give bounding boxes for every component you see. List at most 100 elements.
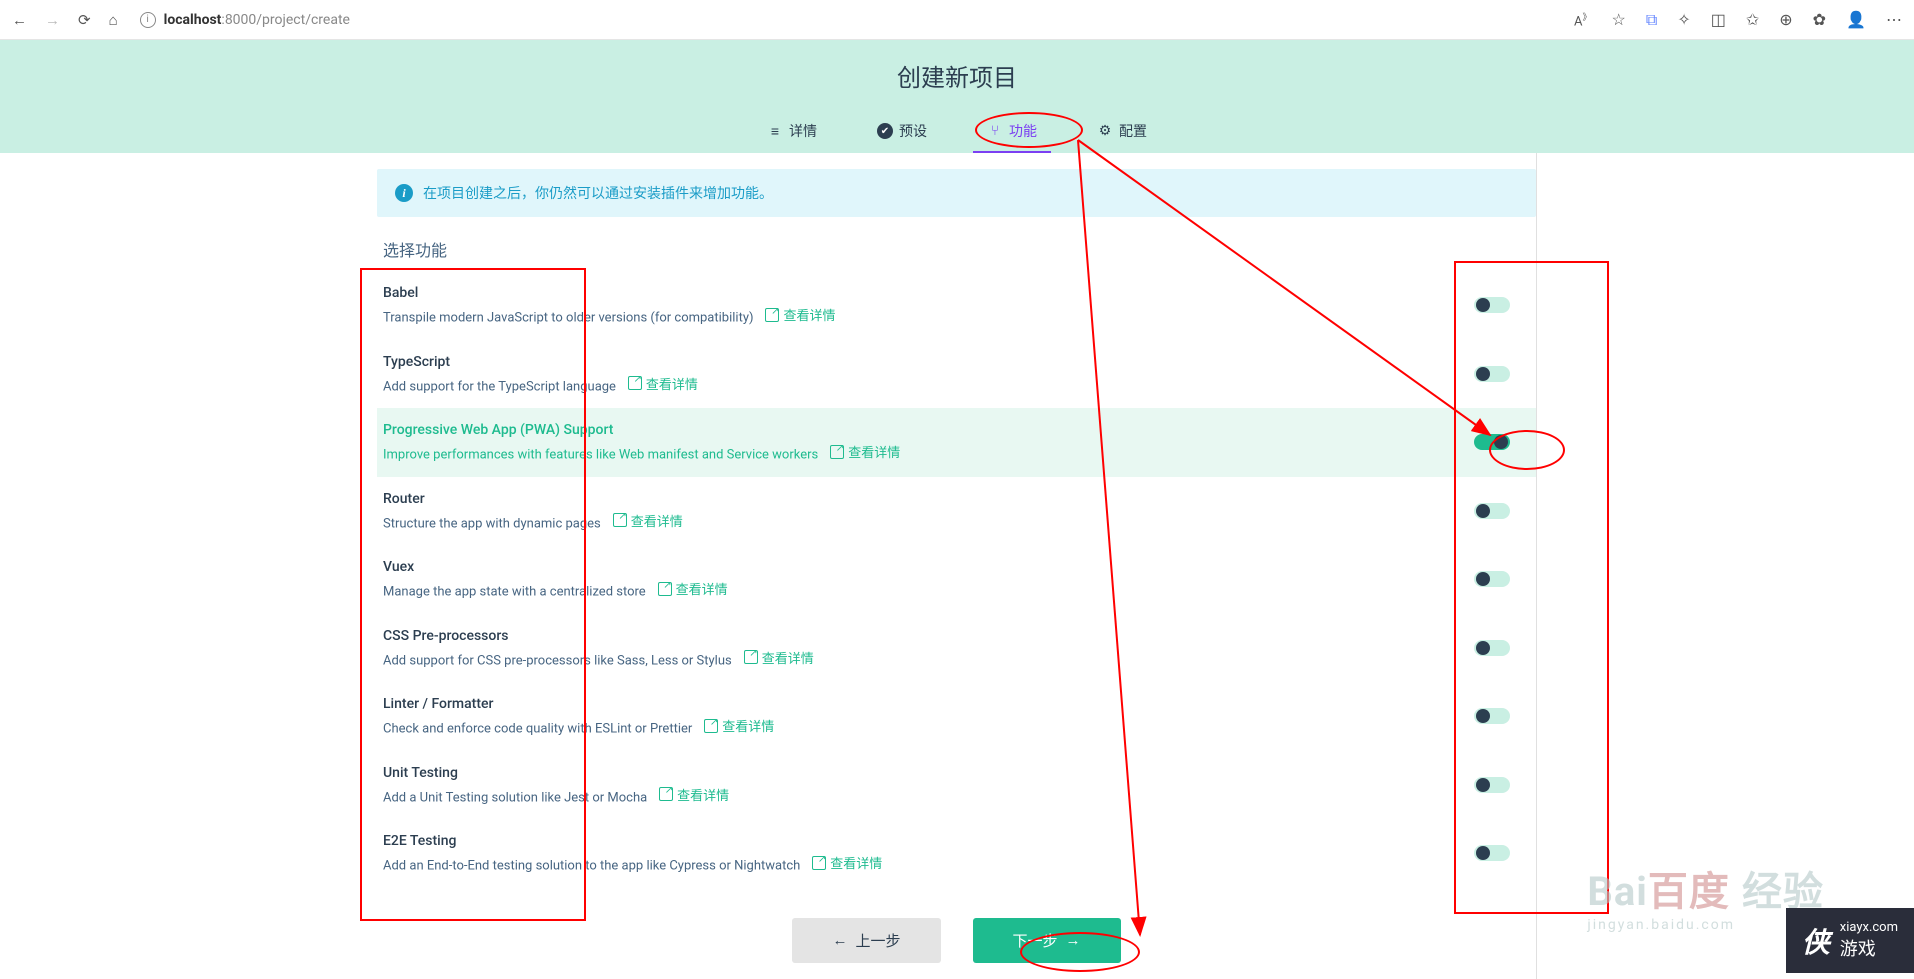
detail-link-label: 查看详情 [848, 442, 900, 461]
section-title: 选择功能 [383, 237, 1536, 261]
features-list: Babel Transpile modern JavaScript to old… [377, 271, 1536, 888]
detail-link[interactable]: 查看详情 [613, 511, 683, 530]
site-info-icon[interactable]: i [140, 12, 156, 28]
tab-check[interactable]: ✔ 预设 [863, 111, 941, 151]
detail-link[interactable]: 查看详情 [765, 305, 835, 324]
next-button[interactable]: 下一步 → [973, 918, 1121, 963]
favorite-icon[interactable]: ☆ [1612, 10, 1626, 29]
more-icon[interactable]: ⋯ [1886, 10, 1902, 29]
refresh-icon[interactable]: ⟳ [78, 11, 91, 29]
external-link-icon [659, 787, 673, 801]
external-link-icon [744, 650, 758, 664]
tab-label: 预设 [899, 121, 927, 141]
detail-link-label: 查看详情 [722, 716, 774, 735]
feature-info: Vuex Manage the app state with a central… [383, 559, 1474, 600]
reader-icon[interactable]: ⧉ [1646, 10, 1657, 30]
profile-icon[interactable]: 👤 [1846, 10, 1866, 29]
feature-title: E2E Testing [383, 833, 1474, 849]
home-icon[interactable]: ⌂ [109, 11, 118, 29]
sidebar-icon[interactable]: ◫ [1711, 10, 1726, 29]
feature-row[interactable]: Babel Transpile modern JavaScript to old… [377, 271, 1536, 340]
external-link-icon [658, 582, 672, 596]
url-text: localhost:8000/project/create [164, 12, 350, 28]
detail-link-label: 查看详情 [783, 305, 835, 324]
check-icon: ✔ [877, 123, 893, 139]
feature-desc: Structure the app with dynamic pages [383, 516, 601, 531]
feature-desc: Add an End-to-End testing solution to th… [383, 859, 800, 874]
feature-row[interactable]: Router Structure the app with dynamic pa… [377, 477, 1536, 546]
toggle-knob [1476, 846, 1490, 860]
forward-icon[interactable]: → [45, 11, 60, 29]
external-link-icon [704, 719, 718, 733]
feature-toggle[interactable] [1474, 777, 1510, 793]
feature-title: Progressive Web App (PWA) Support [383, 422, 1474, 438]
gear-icon: ⚙ [1097, 123, 1113, 139]
feature-toggle[interactable] [1474, 297, 1510, 313]
feature-title: CSS Pre-processors [383, 628, 1474, 644]
detail-link-label: 查看详情 [830, 853, 882, 872]
detail-link-label: 查看详情 [676, 579, 728, 598]
branch-icon: ⑂ [987, 123, 1003, 139]
feature-desc: Manage the app state with a centralized … [383, 585, 646, 600]
toggle-knob [1476, 709, 1490, 723]
toggle-knob [1476, 504, 1490, 518]
page-title: 创建新项目 [0, 58, 1914, 93]
external-link-icon [830, 445, 844, 459]
external-link-icon [765, 308, 779, 322]
tab-branch[interactable]: ⑂功能 [973, 111, 1051, 151]
text-size-icon[interactable]: A》 [1574, 10, 1592, 29]
list-icon: ≡ [767, 123, 783, 139]
feature-title: TypeScript [383, 354, 1474, 370]
favorites-bar-icon[interactable]: ✩ [1746, 10, 1759, 29]
feature-toggle[interactable] [1474, 503, 1510, 519]
feature-info: Linter / Formatter Check and enforce cod… [383, 696, 1474, 737]
feature-desc: Add a Unit Testing solution like Jest or… [383, 790, 647, 805]
detail-link[interactable]: 查看详情 [830, 442, 900, 461]
detail-link[interactable]: 查看详情 [628, 374, 698, 393]
detail-link[interactable]: 查看详情 [744, 648, 814, 667]
detail-link[interactable]: 查看详情 [659, 785, 729, 804]
detail-link[interactable]: 查看详情 [658, 579, 728, 598]
feature-info: Babel Transpile modern JavaScript to old… [383, 285, 1474, 326]
feature-info: Router Structure the app with dynamic pa… [383, 491, 1474, 532]
puzzle-icon[interactable]: ✿ [1813, 10, 1826, 29]
feature-desc: Add support for the TypeScript language [383, 379, 616, 394]
feature-info: Unit Testing Add a Unit Testing solution… [383, 765, 1474, 806]
collections-icon[interactable]: ⊕ [1779, 10, 1792, 29]
feature-info: E2E Testing Add an End-to-End testing so… [383, 833, 1474, 874]
feature-row[interactable]: Vuex Manage the app state with a central… [377, 545, 1536, 614]
tab-gear[interactable]: ⚙ 配置 [1083, 111, 1161, 151]
feature-row[interactable]: CSS Pre-processors Add support for CSS p… [377, 614, 1536, 683]
feature-toggle[interactable] [1474, 640, 1510, 656]
address-bar[interactable]: i localhost:8000/project/create [130, 8, 1562, 32]
feature-toggle[interactable] [1474, 571, 1510, 587]
feature-info: Progressive Web App (PWA) Support Improv… [383, 422, 1474, 463]
toggle-knob [1476, 572, 1490, 586]
feature-desc: Add support for CSS pre-processors like … [383, 653, 732, 668]
extensions-icon[interactable]: ✧ [1677, 10, 1690, 29]
back-icon[interactable]: ← [12, 11, 27, 29]
arrow-left-icon: ← [832, 931, 847, 949]
feature-toggle[interactable] [1474, 708, 1510, 724]
feature-toggle[interactable] [1474, 845, 1510, 861]
page-header: 创建新项目 ≡ 详情 ✔ 预设 ⑂功能 ⚙ 配置 [0, 40, 1914, 153]
detail-link-label: 查看详情 [677, 785, 729, 804]
tab-list[interactable]: ≡ 详情 [753, 111, 831, 151]
detail-link[interactable]: 查看详情 [812, 853, 882, 872]
tab-label: 配置 [1119, 121, 1147, 141]
info-text: 在项目创建之后，你仍然可以通过安装插件来增加功能。 [423, 183, 773, 203]
feature-row[interactable]: Linter / Formatter Check and enforce cod… [377, 682, 1536, 751]
external-link-icon [628, 376, 642, 390]
feature-info: TypeScript Add support for the TypeScrip… [383, 354, 1474, 395]
feature-row[interactable]: E2E Testing Add an End-to-End testing so… [377, 819, 1536, 888]
content-area: i 在项目创建之后，你仍然可以通过安装插件来增加功能。 选择功能 Babel T… [377, 153, 1537, 979]
feature-toggle[interactable] [1474, 366, 1510, 382]
prev-button[interactable]: ← 上一步 [792, 918, 940, 963]
detail-link[interactable]: 查看详情 [704, 716, 774, 735]
feature-row[interactable]: TypeScript Add support for the TypeScrip… [377, 340, 1536, 409]
feature-toggle[interactable] [1474, 434, 1510, 450]
info-banner: i 在项目创建之后，你仍然可以通过安装插件来增加功能。 [377, 169, 1536, 217]
tab-label: 详情 [789, 121, 817, 141]
feature-row[interactable]: Unit Testing Add a Unit Testing solution… [377, 751, 1536, 820]
feature-row[interactable]: Progressive Web App (PWA) Support Improv… [377, 408, 1536, 477]
